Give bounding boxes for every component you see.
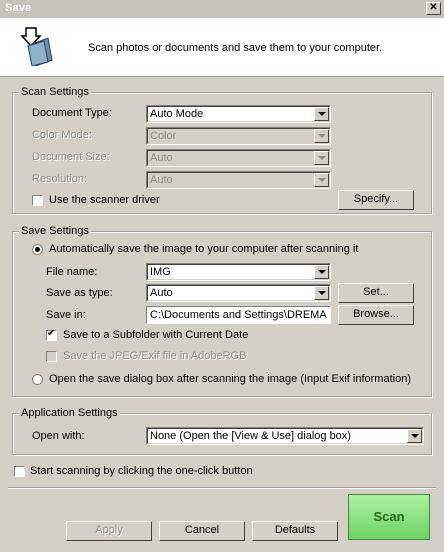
- chevron-down-icon[interactable]: [314, 151, 329, 165]
- window-title: Save: [5, 2, 32, 14]
- save-settings-group: Save Settings Automatically save the ima…: [12, 225, 432, 397]
- chevron-down-icon[interactable]: [314, 173, 329, 187]
- specify-button[interactable]: Specify...: [338, 190, 414, 210]
- resolution-label: Resolution:: [32, 173, 88, 185]
- save-dialog: Save ✕ Scan photos or documents and save…: [0, 0, 444, 552]
- subfolder-label: Save to a Subfolder with Current Date: [63, 329, 249, 341]
- use-scanner-driver-checkbox[interactable]: [32, 195, 43, 206]
- apply-button[interactable]: Apply: [66, 521, 152, 541]
- auto-save-label: Automatically save the image to your com…: [49, 243, 359, 255]
- save-in-label: Save in:: [46, 309, 86, 321]
- scan-settings-group: Scan Settings Document Type: Auto Mode C…: [12, 86, 432, 214]
- close-button[interactable]: ✕: [426, 2, 441, 15]
- document-type-value: Auto Mode: [150, 108, 204, 120]
- save-in-field[interactable]: C:\Documents and Settings\DREMALEY\: [146, 306, 331, 324]
- open-with-select[interactable]: None (Open the [View & Use] dialog box): [146, 427, 424, 445]
- file-name-label: File name:: [46, 266, 98, 278]
- auto-save-radio[interactable]: [32, 244, 43, 255]
- header-banner: Scan photos or documents and save them t…: [0, 18, 444, 77]
- open-dialog-label: Open the save dialog box after scanning …: [49, 373, 411, 385]
- resolution-value: Auto: [150, 174, 173, 186]
- application-settings-legend: Application Settings: [19, 407, 120, 419]
- use-scanner-driver-label: Use the scanner driver: [49, 194, 160, 206]
- document-size-value: Auto: [150, 152, 173, 164]
- title-bar: Save ✕: [0, 0, 444, 18]
- cancel-button[interactable]: Cancel: [159, 521, 245, 541]
- file-name-combo[interactable]: IMG: [146, 263, 331, 281]
- chevron-down-icon[interactable]: [314, 286, 329, 300]
- resolution-select[interactable]: Auto: [146, 171, 331, 189]
- one-click-checkbox[interactable]: [14, 466, 25, 477]
- scan-button[interactable]: Scan: [348, 494, 430, 540]
- bottom-divider: [8, 487, 436, 489]
- defaults-button[interactable]: Defaults: [252, 521, 338, 541]
- adobergb-label: Save the JPEG/Exif file in AdobeRGB: [63, 350, 247, 362]
- subfolder-checkbox[interactable]: [46, 328, 57, 341]
- chevron-down-icon[interactable]: [407, 429, 422, 443]
- color-mode-label: Color Mode:: [32, 129, 92, 141]
- file-name-value: IMG: [150, 266, 171, 278]
- chevron-down-icon[interactable]: [314, 265, 329, 279]
- adobergb-checkbox[interactable]: [46, 351, 57, 362]
- document-size-select[interactable]: Auto: [146, 149, 331, 167]
- color-mode-value: Color: [150, 130, 177, 142]
- scan-to-folder-icon: [20, 27, 53, 66]
- save-in-value: C:\Documents and Settings\DREMALEY\: [150, 309, 327, 321]
- save-as-type-value: Auto: [150, 287, 173, 299]
- open-with-label: Open with:: [32, 430, 85, 442]
- document-type-label: Document Type:: [32, 107, 112, 119]
- document-type-select[interactable]: Auto Mode: [146, 105, 331, 123]
- open-dialog-radio[interactable]: [32, 374, 43, 385]
- set-button[interactable]: Set...: [338, 283, 414, 303]
- one-click-label: Start scanning by clicking the one-click…: [30, 465, 253, 477]
- chevron-down-icon[interactable]: [314, 129, 329, 143]
- browse-button[interactable]: Browse...: [338, 305, 414, 325]
- scan-settings-legend: Scan Settings: [19, 86, 91, 98]
- save-settings-legend: Save Settings: [19, 225, 91, 237]
- header-description: Scan photos or documents and save them t…: [88, 42, 383, 54]
- application-settings-group: Application Settings Open with: None (Op…: [12, 407, 432, 455]
- save-as-type-label: Save as type:: [46, 287, 113, 299]
- color-mode-select[interactable]: Color: [146, 127, 331, 145]
- document-size-label: Document Size:: [32, 151, 110, 163]
- save-as-type-select[interactable]: Auto: [146, 284, 331, 302]
- open-with-value: None (Open the [View & Use] dialog box): [150, 430, 351, 442]
- chevron-down-icon[interactable]: [314, 107, 329, 121]
